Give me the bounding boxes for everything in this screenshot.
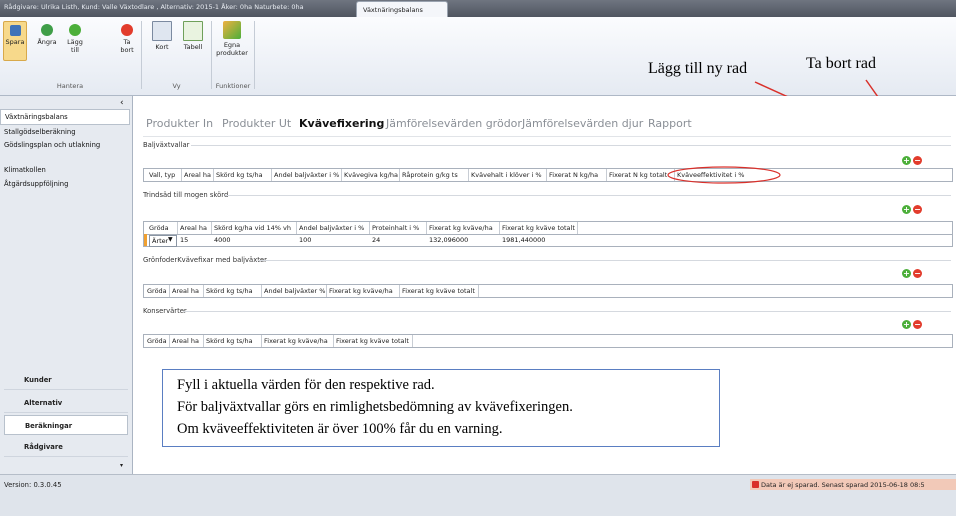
remove-row-icon[interactable]: − bbox=[913, 269, 922, 278]
tab-produkter-in[interactable]: Produkter In bbox=[146, 117, 213, 130]
table-header-konservarter: Gröda Areal ha Skörd kg ts/ha Fixerat kg… bbox=[143, 334, 953, 348]
info-line-3: Om kväveeffektiviteten är över 100% får … bbox=[177, 421, 503, 437]
collapse-icon[interactable]: ‹ bbox=[120, 98, 124, 108]
cell-areal[interactable]: 15 bbox=[180, 236, 188, 244]
version-label: Version: 0.3.0.45 bbox=[4, 481, 62, 489]
remove-row-icon[interactable]: − bbox=[913, 205, 922, 214]
sidebar: ‹ Växtnäringsbalans Stallgödselberäkning… bbox=[0, 96, 133, 474]
sidebar-item-stallgodsel[interactable]: Stallgödselberäkning bbox=[4, 128, 76, 136]
info-callout: Fyll i aktuella värden för den respektiv… bbox=[162, 369, 720, 447]
save-status-badge: Data är ej sparad. Senast sparad 2015-06… bbox=[750, 479, 956, 490]
remove-row-icon[interactable]: − bbox=[913, 320, 922, 329]
table-header-baljvaxtvallar: Vall, typ Areal ha Skörd kg ts/ha Andel … bbox=[143, 168, 953, 182]
tab-jamforelse-grodor[interactable]: Jämförelsevärden grödor bbox=[386, 117, 522, 130]
tab-jamforelse-djur[interactable]: Jämförelsevärden djur bbox=[522, 117, 643, 130]
sidebar-item-atgardsuppfoljning[interactable]: Åtgärdsuppföljning bbox=[4, 180, 68, 188]
table-header-trindsad: Gröda Areal ha Skörd kg/ha vid 14% vh An… bbox=[143, 221, 953, 235]
table-header-gronfoder: Gröda Areal ha Skörd kg ts/ha Andel balj… bbox=[143, 284, 953, 298]
tab-produkter-ut[interactable]: Produkter Ut bbox=[222, 117, 291, 130]
cell-fixerat-totalt: 1981,440000 bbox=[502, 236, 546, 244]
section-title-konservarter: Konservärter bbox=[143, 307, 187, 315]
nav-kunder[interactable]: Kunder bbox=[4, 370, 128, 390]
sidebar-item-klimatkollen[interactable]: Klimatkollen bbox=[4, 166, 46, 174]
section-title-gronfoder: GrönfoderKvävefixar med baljväxter bbox=[143, 256, 267, 264]
table-row: Ärter ▼ 15 4000 100 24 132,096000 1981,4… bbox=[143, 234, 953, 247]
chevron-down-icon: ▼ bbox=[168, 236, 173, 243]
cell-fixerat-ha: 132,096000 bbox=[429, 236, 469, 244]
nav-alternativ[interactable]: Alternativ bbox=[4, 393, 128, 413]
nav-radgivare[interactable]: Rådgivare bbox=[4, 437, 128, 457]
cell-andel[interactable]: 100 bbox=[299, 236, 311, 244]
status-bar: Version: 0.3.0.45 Data är ej sparad. Sen… bbox=[0, 474, 956, 516]
crop-dropdown[interactable]: Ärter ▼ bbox=[149, 235, 177, 247]
tab-rapport[interactable]: Rapport bbox=[648, 117, 692, 130]
sidebar-item-godslingsplan[interactable]: Gödslingsplan och utlakning bbox=[4, 141, 114, 149]
tab-kvavefixering[interactable]: Kvävefixering bbox=[299, 117, 384, 130]
add-row-icon[interactable]: + bbox=[902, 156, 911, 165]
warning-icon bbox=[752, 481, 759, 488]
add-row-icon[interactable]: + bbox=[902, 320, 911, 329]
section-title-trindsad: Trindsäd till mogen skörd bbox=[143, 191, 229, 199]
add-row-icon[interactable]: + bbox=[902, 269, 911, 278]
highlight-ellipse-svg bbox=[667, 166, 781, 184]
remove-row-icon[interactable]: − bbox=[913, 156, 922, 165]
add-row-icon[interactable]: + bbox=[902, 205, 911, 214]
chevron-down-icon[interactable]: ▾ bbox=[120, 462, 123, 469]
info-line-1: Fyll i aktuella värden för den respektiv… bbox=[177, 377, 435, 393]
cell-skord[interactable]: 4000 bbox=[214, 236, 231, 244]
section-title-baljvaxtvallar: Baljväxtvallar bbox=[143, 141, 190, 149]
info-line-2: För baljväxtvallar görs en rimlighetsbed… bbox=[177, 399, 573, 415]
sidebar-item-vaxtnaringsbalans[interactable]: Växtnäringsbalans bbox=[0, 109, 130, 125]
nav-berakningar[interactable]: Beräkningar bbox=[4, 415, 128, 435]
cell-protein[interactable]: 24 bbox=[372, 236, 380, 244]
